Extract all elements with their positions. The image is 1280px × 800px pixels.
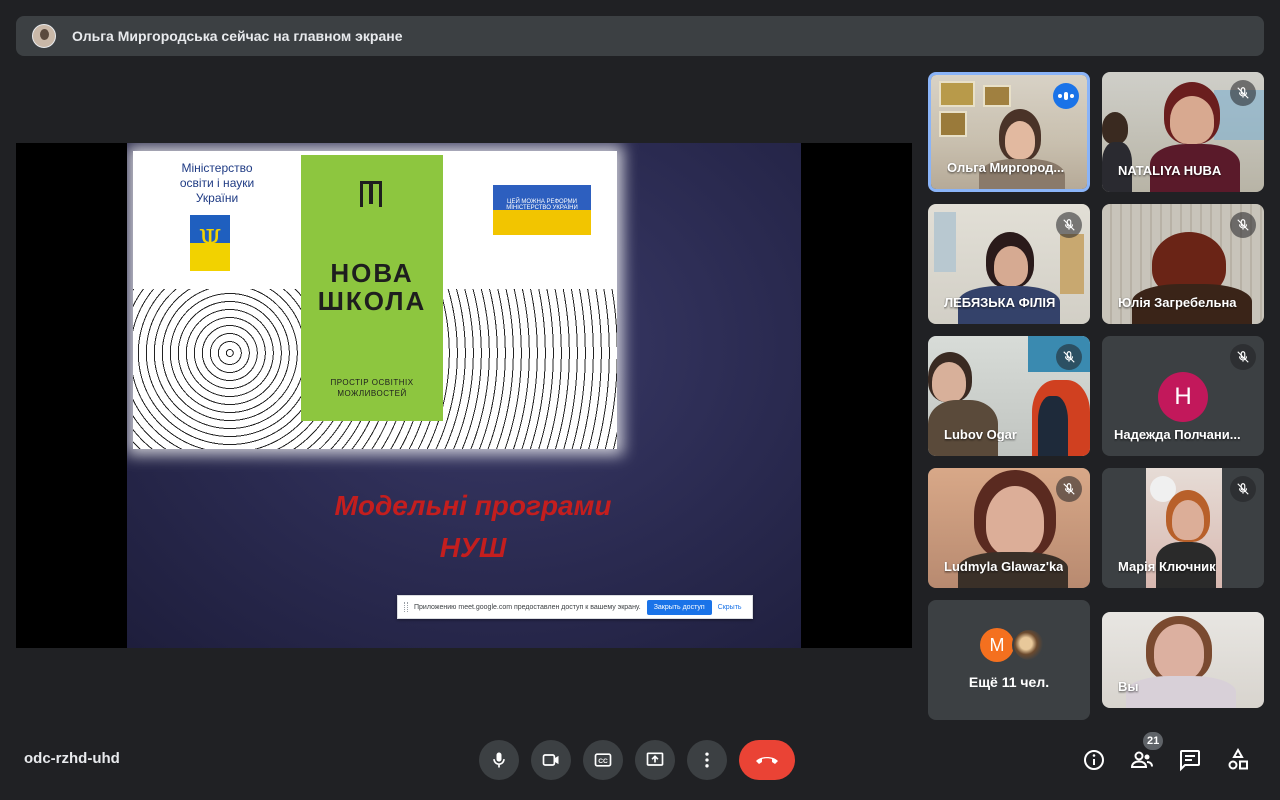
- activities-button[interactable]: [1222, 744, 1254, 776]
- self-view-tile[interactable]: Вы: [1102, 612, 1264, 708]
- meeting-code: odc-rzhd-uhd: [24, 750, 120, 767]
- more-options-button[interactable]: [687, 740, 727, 780]
- participant-tile[interactable]: NATALIYA HUBA: [1102, 72, 1264, 192]
- activities-icon: [1228, 748, 1248, 770]
- info-icon: [1084, 750, 1104, 770]
- cat-avatar-icon: [1012, 628, 1046, 662]
- reform-badge-text: ЦЕЙ МОЖНА РЕФОРМИ МІНІСТЕРСТВО УКРАЇНИ: [506, 199, 578, 211]
- slide-title-line1: Модельні програми: [334, 490, 612, 521]
- participant-name: Марія Ключник: [1118, 559, 1216, 574]
- ministry-label: Міністерство освіти і науки України: [179, 161, 255, 205]
- participant-tile[interactable]: Ольга Миргород...: [928, 72, 1090, 192]
- participant-name: ЛЕБЯЗЬКА ФІЛІЯ: [944, 295, 1056, 310]
- drag-handle-icon[interactable]: [404, 602, 408, 612]
- participant-name: Lubov Ogar: [944, 427, 1017, 442]
- mic-button[interactable]: [479, 740, 519, 780]
- more-participants-avatars: М: [980, 628, 1046, 662]
- chat-button[interactable]: [1174, 744, 1206, 776]
- people-icon: [1130, 751, 1153, 768]
- end-call-button[interactable]: [739, 740, 795, 780]
- main-presentation[interactable]: Міністерство освіти і науки України НОВА…: [16, 143, 912, 648]
- participant-tile[interactable]: Lubov Ogar: [928, 336, 1090, 456]
- participant-avatar: Н: [1158, 372, 1208, 422]
- chat-icon: [1180, 750, 1200, 772]
- presentation-slide: Міністерство освіти і науки України НОВА…: [127, 143, 801, 648]
- participant-tile[interactable]: Марія Ключник: [1102, 468, 1264, 588]
- mic-off-icon: [1230, 476, 1256, 502]
- participant-name: Надежда Полчани...: [1114, 427, 1241, 442]
- nova-shkola-title: НОВА ШКОЛА: [317, 258, 427, 316]
- mic-off-icon: [1230, 212, 1256, 238]
- presenter-avatar: [32, 24, 56, 48]
- present-icon: [646, 752, 664, 766]
- screen-share-notification: Приложению meet.google.com предоставлен …: [397, 595, 753, 619]
- more-participants-tile[interactable]: М Ещё 11 чел.: [928, 600, 1090, 720]
- svg-text:CC: CC: [598, 758, 608, 765]
- mic-off-icon: [1056, 212, 1082, 238]
- mic-off-icon: [1056, 344, 1082, 370]
- speaking-indicator-icon: [1053, 83, 1079, 109]
- meeting-details-button[interactable]: [1078, 744, 1110, 776]
- participant-count-badge: 21: [1143, 732, 1164, 750]
- nush-logo-icon: [360, 181, 382, 207]
- camera-icon: [542, 754, 559, 766]
- stop-sharing-button[interactable]: Закрыть доступ: [646, 599, 712, 615]
- more-options-icon: [705, 752, 709, 768]
- presenting-banner: Ольга Миргородська сейчас на главном экр…: [16, 16, 1264, 56]
- participant-name: Вы: [1118, 679, 1139, 694]
- more-participants-label: Ещё 11 чел.: [968, 674, 1050, 690]
- participant-tile[interactable]: Н Надежда Полчани...: [1102, 336, 1264, 456]
- share-message: Приложению meet.google.com предоставлен …: [414, 603, 641, 611]
- ukraine-emblem-icon: [190, 215, 230, 271]
- participant-avatar: М: [980, 628, 1014, 662]
- participant-name: Юлія Загребельна: [1118, 295, 1237, 310]
- participant-name: Ludmyla Glawaz'ka: [944, 559, 1064, 574]
- captions-icon: CC: [594, 753, 612, 767]
- participant-name: NATALIYA HUBA: [1118, 163, 1222, 178]
- participant-name: Ольга Миргород...: [947, 160, 1065, 175]
- hide-notification-link[interactable]: Скрыть: [718, 604, 742, 611]
- participant-tile[interactable]: Ludmyla Glawaz'ka: [928, 468, 1090, 588]
- slide-header-image: Міністерство освіти і науки України НОВА…: [133, 151, 617, 449]
- nova-shkola-logo: НОВА ШКОЛА ПРОСТІР ОСВІТНІХ МОЖЛИВОСТЕЙ: [301, 155, 443, 421]
- end-call-icon: [756, 757, 778, 764]
- mic-off-icon: [1230, 80, 1256, 106]
- slide-title-line2: НУШ: [439, 532, 507, 563]
- reform-badge: ЦЕЙ МОЖНА РЕФОРМИ МІНІСТЕРСТВО УКРАЇНИ: [493, 185, 591, 235]
- presenting-text: Ольга Миргородська сейчас на главном экр…: [72, 28, 403, 44]
- captions-button[interactable]: CC: [583, 740, 623, 780]
- mic-off-icon: [1056, 476, 1082, 502]
- participant-tile[interactable]: ЛЕБЯЗЬКА ФІЛІЯ: [928, 204, 1090, 324]
- mic-icon: [493, 752, 505, 768]
- participant-tile[interactable]: Юлія Загребельна: [1102, 204, 1264, 324]
- mic-off-icon: [1230, 344, 1256, 370]
- slide-title: Модельні програми НУШ: [277, 485, 669, 569]
- camera-button[interactable]: [531, 740, 571, 780]
- nova-shkola-subtitle: ПРОСТІР ОСВІТНІХ МОЖЛИВОСТЕЙ: [330, 378, 414, 398]
- present-button[interactable]: [635, 740, 675, 780]
